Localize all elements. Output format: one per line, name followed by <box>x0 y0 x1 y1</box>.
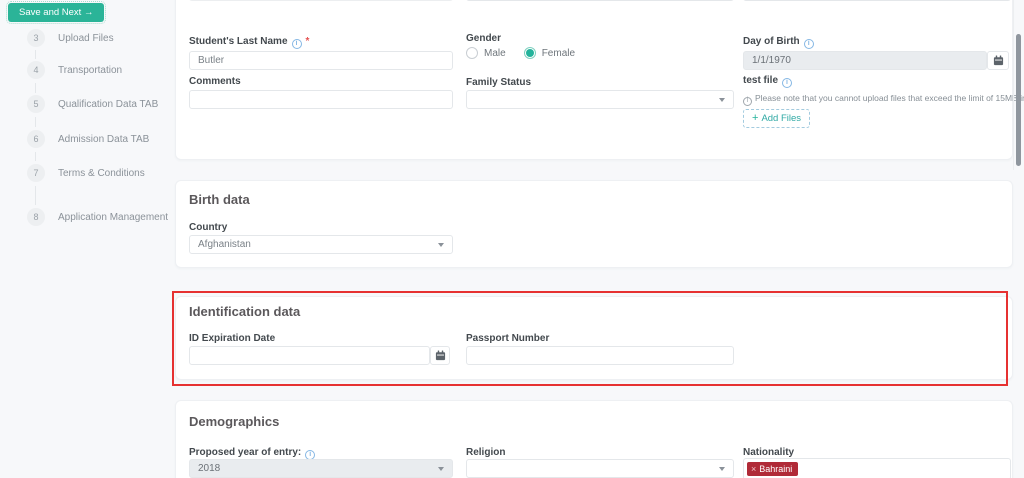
identification-data-card: Identification data ID Expiration Date P… <box>175 296 1013 380</box>
card-right-edge <box>1013 0 1014 170</box>
id-expiration-calendar-button[interactable] <box>430 346 450 365</box>
test-file-label-text: test file <box>743 75 779 86</box>
cropped-disabled-input[interactable] <box>189 0 453 1</box>
info-icon: i <box>743 96 752 106</box>
chevron-down-icon <box>438 242 444 247</box>
day-of-birth-input[interactable]: 1/1/1970 <box>743 51 987 70</box>
passport-number-input[interactable] <box>466 346 734 365</box>
step-number-transportation: 4 <box>27 61 45 79</box>
student-last-name-label-text: Student's Last Name <box>189 36 288 47</box>
year-of-entry-value: 2018 <box>198 463 221 474</box>
demographics-card: Demographics Proposed year of entry: i 20… <box>175 400 1013 478</box>
cropped-input[interactable] <box>466 0 734 1</box>
calendar-icon <box>435 350 445 361</box>
add-files-label: Add Files <box>761 113 802 124</box>
info-icon[interactable]: i <box>782 78 793 88</box>
nationality-label: Nationality <box>743 447 795 458</box>
cropped-input[interactable] <box>743 0 1011 1</box>
day-of-birth-label: Day of Birth i <box>743 36 814 49</box>
step-connector <box>35 152 36 161</box>
step-connector <box>35 186 36 205</box>
step-number-application-mgmt: 8 <box>27 208 45 226</box>
upload-limit-note: i Please note that you cannot upload file… <box>743 93 1024 106</box>
sidebar-item-transportation[interactable]: Transportation <box>58 65 122 76</box>
country-select[interactable]: Afghanistan <box>189 235 453 254</box>
sidebar-item-application-management[interactable]: Application Management <box>58 212 168 223</box>
identification-data-title: Identification data <box>189 304 301 319</box>
test-file-label: test file i <box>743 75 793 88</box>
personal-data-card: Student's Last Name i * Butler Gender Male… <box>175 0 1024 160</box>
required-asterisk: * <box>305 36 310 47</box>
vertical-scrollbar-thumb[interactable] <box>1016 34 1021 166</box>
chevron-down-icon <box>719 466 725 471</box>
year-of-entry-label-text: Proposed year of entry: <box>189 447 302 458</box>
birth-data-title: Birth data <box>189 192 250 207</box>
gender-male-label[interactable]: Male <box>484 48 506 59</box>
save-and-next-button[interactable]: Save and Next → <box>5 1 107 24</box>
info-icon[interactable]: i <box>803 39 814 49</box>
step-connector <box>35 117 36 127</box>
sidebar-item-qualification-data[interactable]: Qualification Data TAB <box>58 99 158 110</box>
chevron-down-icon <box>719 97 725 102</box>
nationality-tag[interactable]: × Bahraini <box>747 462 799 476</box>
info-icon[interactable]: i <box>291 39 302 49</box>
step-number-qualification: 5 <box>27 95 45 113</box>
country-label: Country <box>189 222 228 233</box>
radio-selected-dot <box>525 49 534 57</box>
upload-limit-note-text: Please note that you cannot upload files… <box>755 93 1024 103</box>
step-number-admission: 6 <box>27 130 45 148</box>
step-connector <box>35 50 36 59</box>
sidebar-item-admission-data[interactable]: Admission Data TAB <box>58 134 149 145</box>
plus-icon: + <box>752 112 759 124</box>
religion-select[interactable] <box>466 459 734 478</box>
gender-radio-group: Male Female <box>466 47 587 59</box>
student-last-name-label: Student's Last Name i * <box>189 36 309 49</box>
nationality-tag-label: Bahraini <box>759 464 793 474</box>
gender-female-radio[interactable] <box>523 47 536 59</box>
country-value: Afghanistan <box>198 239 251 250</box>
chevron-down-icon <box>438 466 444 471</box>
comments-label: Comments <box>189 76 241 87</box>
birth-data-card: Birth data Country Afghanistan <box>175 180 1013 268</box>
gender-female-label[interactable]: Female <box>542 48 575 59</box>
family-status-label: Family Status <box>466 77 532 88</box>
step-number-upload-files: 3 <box>27 29 45 47</box>
student-last-name-input[interactable]: Butler <box>189 51 453 70</box>
id-expiration-date-label: ID Expiration Date <box>189 333 276 344</box>
gender-male-radio[interactable] <box>466 47 478 59</box>
day-of-birth-calendar-button[interactable] <box>987 51 1009 70</box>
nationality-multiselect[interactable]: × Bahraini <box>743 458 1011 478</box>
religion-label: Religion <box>466 447 506 458</box>
add-files-button[interactable]: + Add Files <box>743 109 811 128</box>
comments-input[interactable] <box>189 90 453 109</box>
id-expiration-date-input[interactable] <box>189 346 430 365</box>
application-form-page: Save and Next → 3 Upload Files 4 Transpo… <box>0 0 1024 478</box>
day-of-birth-label-text: Day of Birth <box>743 36 800 47</box>
step-connector <box>35 83 36 93</box>
sidebar-item-terms-conditions[interactable]: Terms & Conditions <box>58 168 145 179</box>
step-number-terms: 7 <box>27 164 45 182</box>
passport-number-label: Passport Number <box>466 333 550 344</box>
family-status-select[interactable] <box>466 90 734 109</box>
sidebar-item-upload-files[interactable]: Upload Files <box>58 33 114 44</box>
close-icon[interactable]: × <box>751 464 756 474</box>
gender-label: Gender <box>466 33 502 44</box>
demographics-title: Demographics <box>189 414 280 429</box>
calendar-icon <box>993 55 1003 66</box>
year-of-entry-select[interactable]: 2018 <box>189 459 453 478</box>
